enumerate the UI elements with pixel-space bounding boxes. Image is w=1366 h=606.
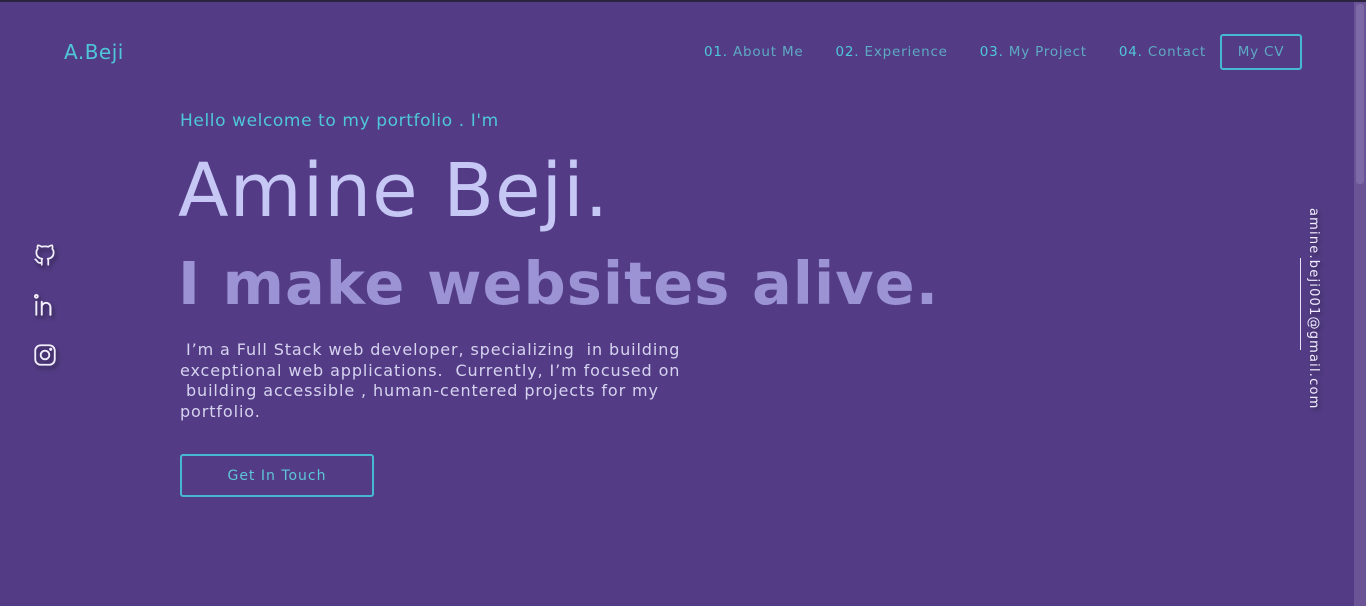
window-top-border [0,0,1366,2]
nav-item-experience[interactable]: 02. Experience [836,44,948,60]
linkedin-icon[interactable] [32,292,58,318]
cv-button[interactable]: My CV [1220,34,1302,70]
nav-item-projects[interactable]: 03. My Project [980,44,1087,60]
email-divider-line [1300,258,1301,350]
hero-greeting: Hello welcome to my portfolio . I'm [180,111,499,131]
site-logo[interactable]: A.Beji [64,40,124,64]
bio-line: exceptional web applications. Currently,… [180,360,681,380]
hero-bio: I’m a Full Stack web developer, speciali… [180,340,710,422]
nav-label: Experience [864,44,948,60]
nav-number: 02. [835,44,860,60]
instagram-icon[interactable] [32,342,58,368]
get-in-touch-button[interactable]: Get In Touch [180,454,374,497]
nav-number: 03. [979,44,1004,60]
nav-item-about[interactable]: 01. About Me [704,44,804,60]
nav-label: About Me [732,44,804,60]
nav-item-contact[interactable]: 04. Contact [1119,44,1206,60]
nav-number: 01. [704,44,728,60]
bio-line: portfolio. [180,401,261,421]
email-link[interactable]: amine.beji001@gmail.com [1306,208,1321,410]
nav-number: 04. [1118,44,1143,60]
main-nav: 01. About Me 02. Experience 03. My Proje… [704,44,1238,60]
bio-line: building accessible , human-centered pro… [180,381,659,400]
scrollbar-thumb[interactable] [1356,4,1364,184]
bio-line: I’m a Full Stack web developer, speciali… [180,340,681,359]
scrollbar-track[interactable] [1354,2,1366,606]
nav-label: My Project [1008,44,1087,60]
social-links [32,242,58,392]
nav-label: Contact [1147,44,1206,60]
hero-tagline: I make websites alive. [178,249,940,318]
hero-name: Amine Beji. [178,148,610,234]
github-icon[interactable] [32,242,58,268]
